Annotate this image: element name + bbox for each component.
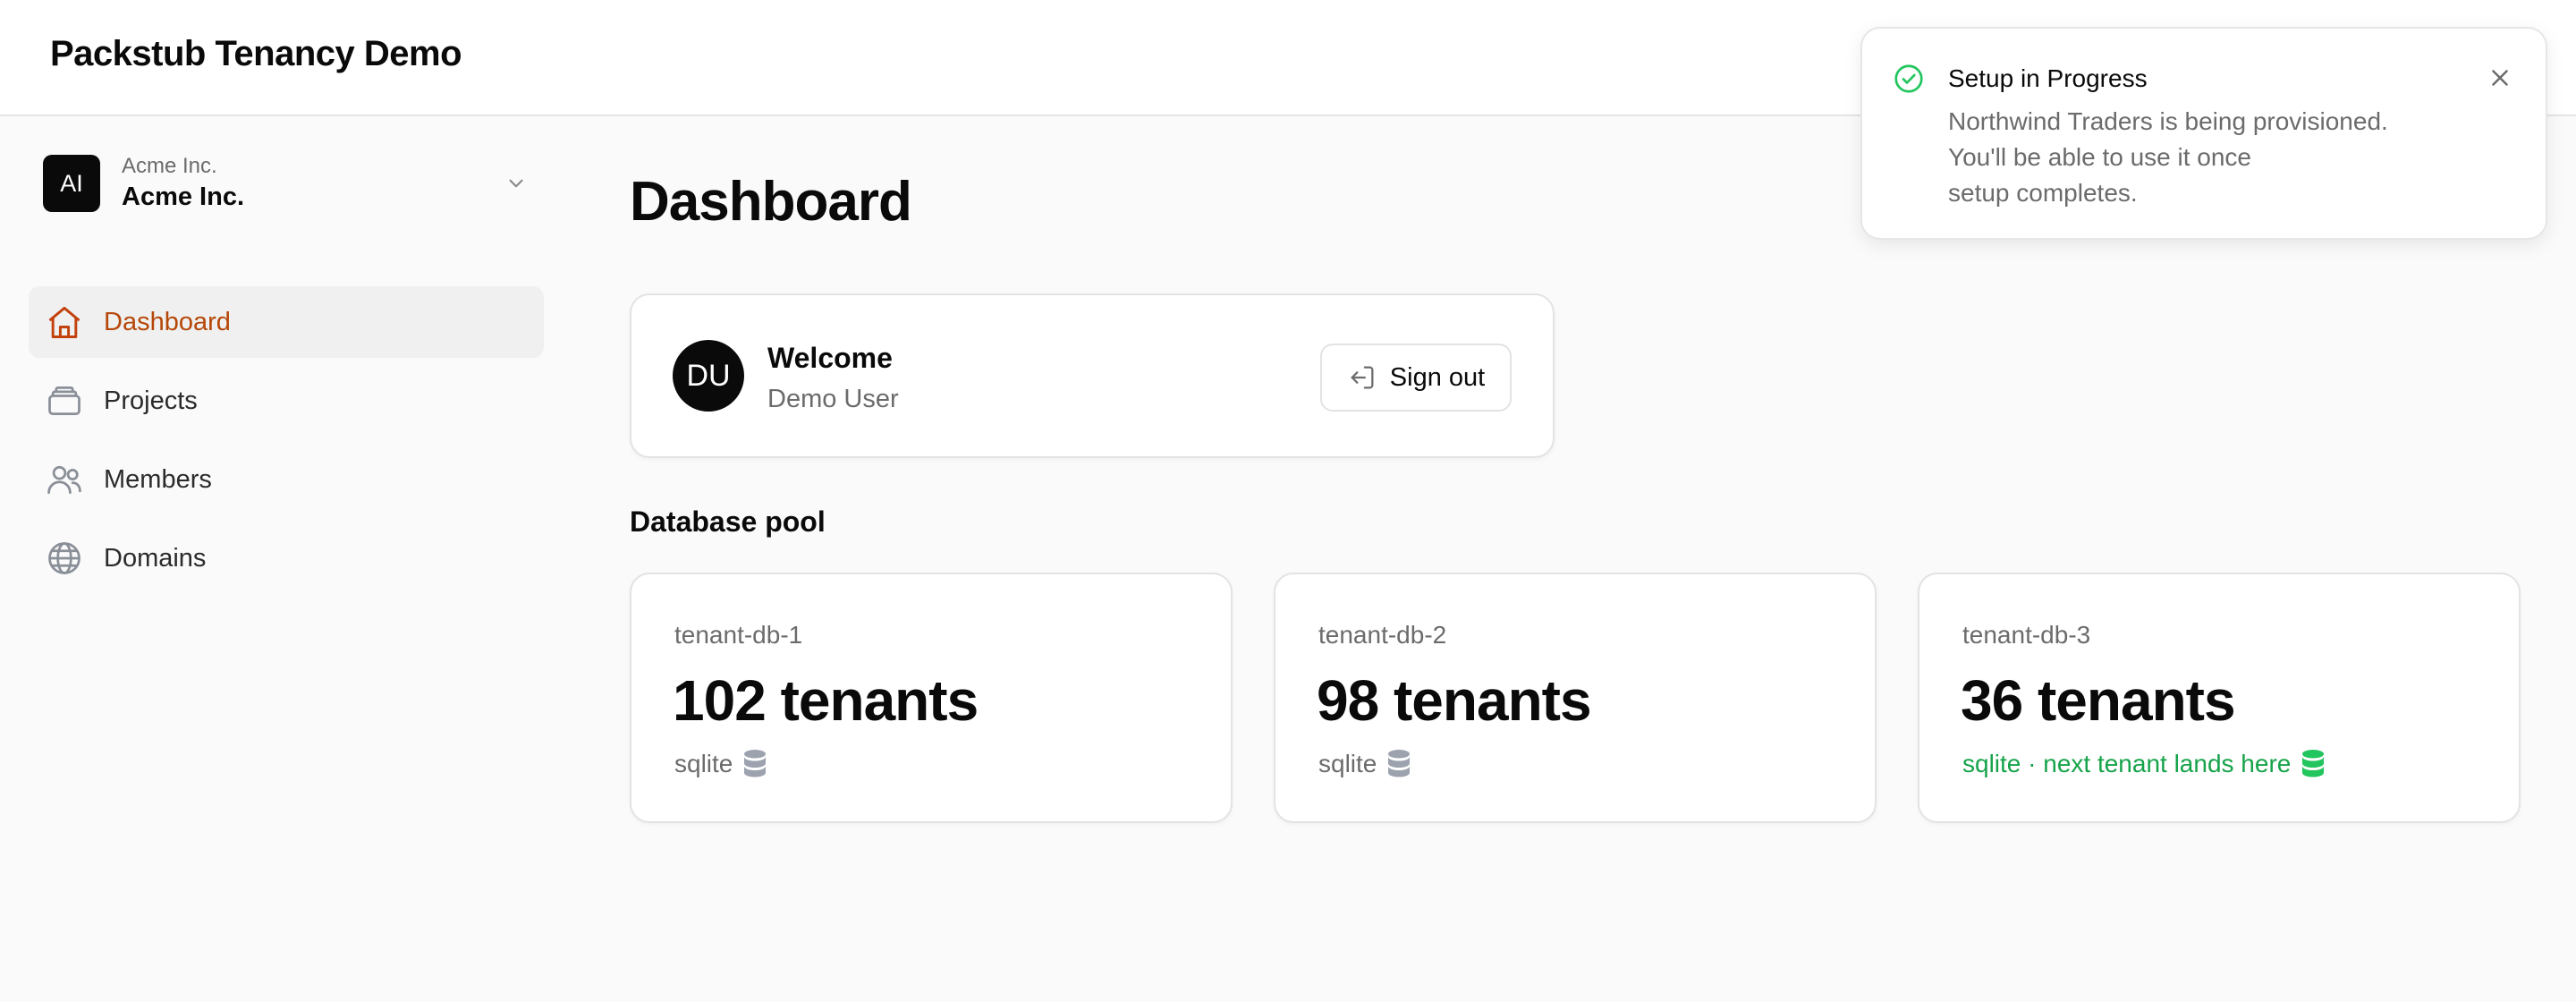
sidebar-item-projects[interactable]: Projects <box>29 365 544 437</box>
globe-icon <box>45 539 84 578</box>
sign-out-button[interactable]: Sign out <box>1320 344 1512 412</box>
page-title: Dashboard <box>630 171 912 233</box>
database-name: tenant-db-1 <box>674 621 803 649</box>
sign-out-label: Sign out <box>1389 362 1486 392</box>
check-circle-icon <box>1894 64 1923 93</box>
user-name: Demo User <box>767 385 899 413</box>
avatar: DU <box>673 340 744 412</box>
tenant-count: 98 tenants <box>1317 668 1592 733</box>
org-name: Acme Inc. <box>122 183 244 211</box>
users-icon <box>45 460 84 499</box>
database-card: tenant-db-2 98 tenants sqlite <box>1274 573 1877 823</box>
welcome-card: DU Welcome Demo User Sign out <box>630 293 1555 458</box>
sidebar-item-label: Domains <box>104 543 207 573</box>
database-meta: sqlite <box>1318 748 1412 780</box>
toast-line: Northwind Traders is being provisioned. <box>1948 107 2388 135</box>
app-title: Packstub Tenancy Demo <box>50 34 462 73</box>
toast-description: Northwind Traders is being provisioned. … <box>1948 104 2449 211</box>
database-card: tenant-db-1 102 tenants sqlite <box>630 573 1233 823</box>
sign-out-icon <box>1351 366 1374 389</box>
toast-title: Setup in Progress <box>1948 64 2148 92</box>
toast-line: You'll be able to use it once <box>1948 143 2252 171</box>
database-icon <box>2302 749 2325 777</box>
database-icon <box>744 749 767 777</box>
database-icon <box>1388 749 1411 777</box>
database-engine: sqlite · next tenant lands here <box>1962 750 2292 777</box>
sidebar-item-label: Dashboard <box>104 307 231 336</box>
toast-line: setup completes. <box>1948 179 2138 207</box>
tenant-count: 36 tenants <box>1961 668 2236 733</box>
stack-icon <box>45 381 84 420</box>
sidebar-item-members[interactable]: Members <box>29 444 544 515</box>
database-name: tenant-db-2 <box>1318 621 1447 649</box>
database-meta: sqlite <box>674 748 768 780</box>
database-name: tenant-db-3 <box>1962 621 2091 649</box>
close-icon <box>2492 70 2508 86</box>
sidebar-item-domains[interactable]: Domains <box>29 522 544 594</box>
toast-notification: Setup in Progress Northwind Traders is b… <box>1860 27 2547 240</box>
org-avatar: AI <box>43 155 100 212</box>
welcome-title: Welcome <box>767 342 893 374</box>
database-engine: sqlite <box>1318 750 1377 777</box>
database-engine: sqlite <box>674 750 733 777</box>
sidebar-nav: Dashboard Projects Members Domains <box>29 286 544 601</box>
home-icon <box>45 302 84 342</box>
chevron-down-icon <box>509 179 523 188</box>
section-title: Database pool <box>630 505 826 538</box>
org-switcher[interactable]: AI Acme Inc. Acme Inc. <box>43 149 533 218</box>
sidebar-item-label: Members <box>104 464 212 494</box>
close-button[interactable] <box>2485 63 2515 93</box>
org-caption: Acme Inc. <box>122 154 217 178</box>
database-card: tenant-db-3 36 tenants sqlite · next ten… <box>1918 573 2521 823</box>
database-meta: sqlite · next tenant lands here <box>1962 748 2326 780</box>
tenant-count: 102 tenants <box>673 668 979 733</box>
sidebar-item-dashboard[interactable]: Dashboard <box>29 286 544 358</box>
sidebar-item-label: Projects <box>104 386 198 415</box>
